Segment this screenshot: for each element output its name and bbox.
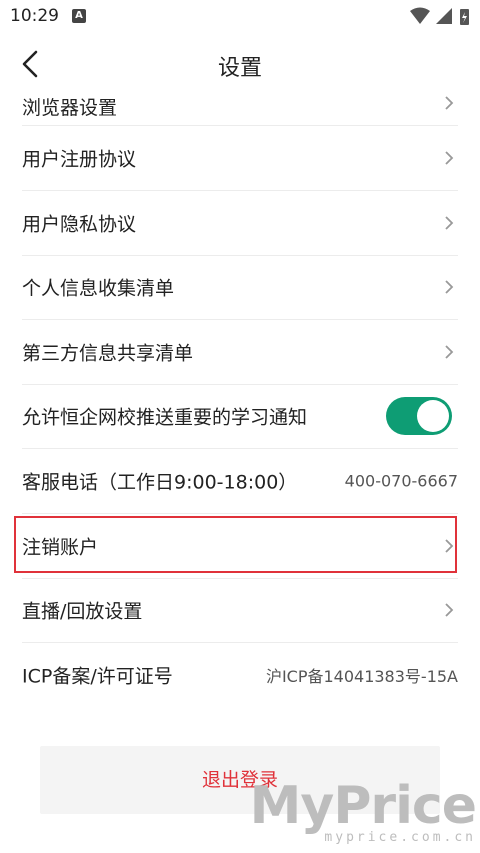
- settings-item-personal-info-list[interactable]: 个人信息收集清单: [22, 255, 458, 320]
- wifi-icon: [410, 7, 430, 24]
- logout-button[interactable]: 退出登录: [40, 746, 440, 814]
- status-time: 10:29: [10, 6, 59, 26]
- settings-item-registration-agreement[interactable]: 用户注册协议: [22, 126, 458, 191]
- settings-item-push-notifications: 允许恒企网校推送重要的学习通知: [22, 384, 458, 449]
- settings-item-icp-license: ICP备案/许可证号 沪ICP备14041383号-15A: [22, 643, 458, 707]
- icp-license-number: 沪ICP备14041383号-15A: [265, 667, 458, 686]
- watermark-url: myprice.com.cn: [324, 830, 476, 845]
- customer-service-phone: 400-070-6667: [344, 471, 458, 491]
- toggle-knob: [417, 400, 449, 432]
- settings-item-label: 客服电话（工作日9:00-18:00）: [22, 471, 298, 494]
- settings-item-privacy-agreement[interactable]: 用户隐私协议: [22, 191, 458, 256]
- settings-item-customer-service[interactable]: 客服电话（工作日9:00-18:00） 400-070-6667: [22, 449, 458, 514]
- app-header: 设置: [0, 34, 480, 96]
- notification-icon: A: [72, 9, 86, 23]
- settings-item-label: ICP备案/许可证号: [22, 665, 173, 688]
- settings-item-label: 用户注册协议: [22, 148, 137, 171]
- settings-item-label: 用户隐私协议: [22, 213, 137, 236]
- settings-item-label: 直播/回放设置: [22, 600, 143, 623]
- highlight-box: [14, 516, 457, 573]
- settings-item-browser[interactable]: 浏览器设置: [22, 96, 458, 126]
- system-status-icons: [410, 7, 469, 25]
- page-title: 设置: [217, 56, 262, 81]
- status-bar: 10:29 A: [0, 0, 480, 34]
- settings-list: 浏览器设置 用户注册协议 用户隐私协议 个人信息收集清单 第三方信息共享清单 允…: [0, 96, 480, 726]
- settings-item-third-party-sharing[interactable]: 第三方信息共享清单: [22, 320, 458, 385]
- settings-item-label: 浏览器设置: [22, 97, 118, 119]
- settings-item-label: 允许恒企网校推送重要的学习通知: [22, 406, 308, 429]
- chevron-right-icon: [445, 96, 454, 110]
- signal-icon: [436, 8, 452, 24]
- settings-item-label: 第三方信息共享清单: [22, 342, 194, 365]
- chevron-right-icon: [445, 216, 454, 230]
- settings-item-label: 个人信息收集清单: [22, 277, 175, 300]
- settings-item-live-playback[interactable]: 直播/回放设置: [22, 578, 458, 643]
- chevron-right-icon: [445, 603, 454, 617]
- chevron-right-icon: [445, 151, 454, 165]
- chevron-right-icon: [445, 345, 454, 359]
- push-notification-toggle[interactable]: [386, 397, 452, 435]
- chevron-right-icon: [445, 280, 454, 294]
